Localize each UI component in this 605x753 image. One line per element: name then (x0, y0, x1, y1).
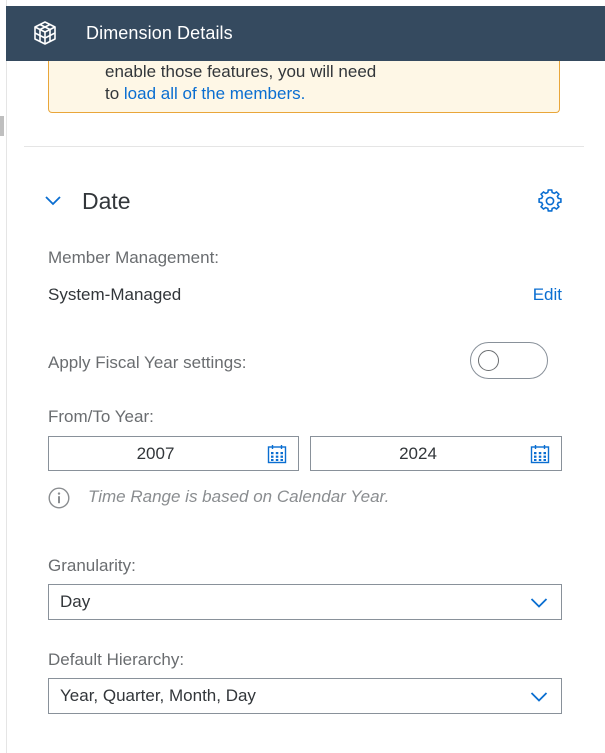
fiscal-year-label: Apply Fiscal Year settings: (48, 353, 247, 372)
member-management-label: Member Management: (48, 248, 220, 267)
member-management-value: System-Managed (48, 285, 182, 304)
default-hierarchy-label: Default Hierarchy: (48, 650, 185, 669)
warning-text-prefix: to (105, 84, 124, 103)
warning-message-strip: enable those features, you will need to … (48, 61, 560, 113)
from-year-value: 2007 (136, 444, 175, 463)
left-gutter (0, 0, 7, 753)
section-divider (24, 146, 584, 147)
calendar-icon[interactable] (267, 444, 287, 464)
granularity-select[interactable]: Day (48, 584, 562, 620)
panel-title: Dimension Details (86, 23, 233, 43)
default-hierarchy-value: Year, Quarter, Month, Day (60, 686, 256, 705)
edit-member-management-link[interactable]: Edit (533, 285, 562, 305)
load-all-members-link[interactable]: load all of the members. (124, 84, 305, 103)
to-year-value: 2024 (399, 444, 437, 463)
toggle-knob (478, 350, 499, 371)
chevron-down-icon[interactable] (530, 597, 548, 609)
time-range-info-text: Time Range is based on Calendar Year. (88, 487, 390, 506)
section-title[interactable]: Date (82, 188, 131, 215)
granularity-label: Granularity: (48, 556, 136, 575)
from-year-input[interactable]: 2007 (48, 436, 299, 471)
panel-header: Dimension Details (6, 6, 605, 61)
granularity-value: Day (60, 592, 91, 611)
default-hierarchy-select[interactable]: Year, Quarter, Month, Day (48, 678, 562, 714)
warning-text-line-2: to load all of the members. (105, 83, 305, 105)
info-icon (48, 487, 70, 509)
dimension-details-panel: Dimension Details enable those features,… (0, 0, 605, 753)
cube-icon (34, 21, 56, 45)
year-range-label: From/To Year: (48, 407, 154, 426)
fiscal-year-toggle[interactable] (470, 342, 548, 379)
calendar-icon[interactable] (530, 444, 550, 464)
chevron-down-icon[interactable] (44, 194, 62, 208)
to-year-input[interactable]: 2024 (310, 436, 562, 471)
warning-text-line-1: enable those features, you will need (105, 62, 377, 81)
chevron-down-icon[interactable] (530, 691, 548, 703)
gutter-handle[interactable] (0, 116, 4, 136)
gear-icon[interactable] (538, 189, 562, 213)
